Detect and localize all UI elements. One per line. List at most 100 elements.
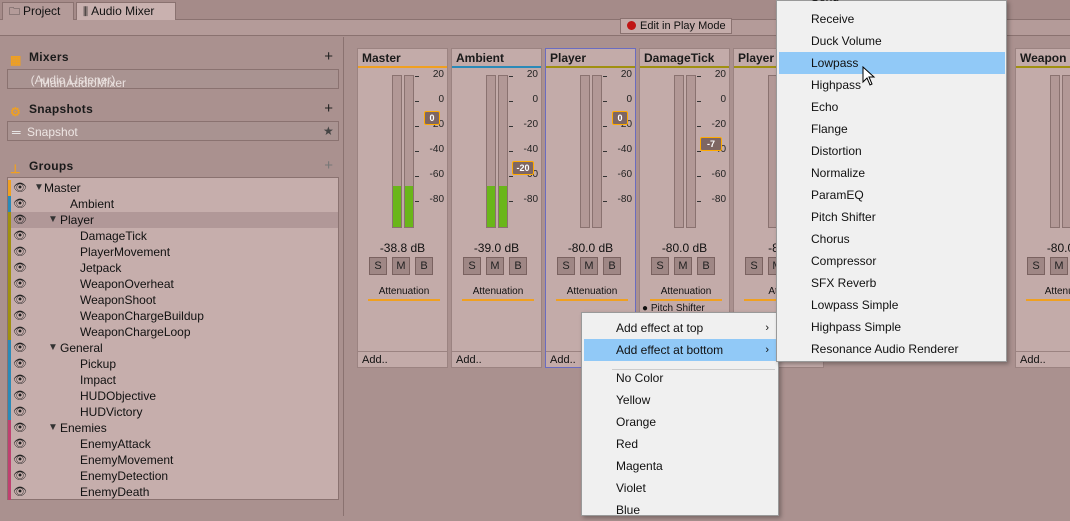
mute-button[interactable]: M (392, 257, 410, 275)
color-option[interactable]: Yellow (584, 389, 777, 411)
group-row[interactable]: 👁 Impact (8, 372, 338, 388)
effect-slot[interactable]: Attenua (1026, 285, 1070, 301)
effect-slot[interactable]: Attenuation (650, 285, 722, 301)
effect-menu-item[interactable]: Chorus (779, 228, 1005, 250)
add-effect-button[interactable]: Add.. (550, 354, 576, 366)
volume-fader-knob[interactable]: -7 (700, 137, 722, 151)
group-row[interactable]: 👁 WeaponOverheat (8, 276, 338, 292)
group-row[interactable]: 👁 PlayerMovement (8, 244, 338, 260)
eye-icon[interactable]: 👁 (13, 260, 27, 276)
expand-triangle-icon[interactable]: ▼ (34, 180, 44, 196)
eye-icon[interactable]: 👁 (13, 212, 27, 228)
eye-icon[interactable]: 👁 (13, 308, 27, 324)
star-icon[interactable]: ★ (323, 124, 334, 138)
eye-icon[interactable]: 👁 (13, 196, 27, 212)
eye-icon[interactable]: 👁 (13, 452, 27, 468)
mixer-strip[interactable]: Master200-20-40-60-800-38.8 dBSMBAttenua… (357, 48, 448, 368)
color-option[interactable]: No Color (584, 367, 777, 389)
mixer-item[interactable]: MainAudioMixer (Audio Listener) (7, 69, 339, 90)
eye-icon[interactable]: 👁 (13, 292, 27, 308)
add-effect-button[interactable]: Add.. (362, 354, 388, 366)
group-row[interactable]: 👁 HUDObjective (8, 388, 338, 404)
volume-fader-knob[interactable]: 0 (424, 111, 440, 125)
color-option[interactable]: Magenta (584, 455, 777, 477)
effect-menu-item[interactable]: Highpass (779, 74, 1005, 96)
tab-audio-mixer[interactable]: ⫼ Audio Mixer (76, 2, 176, 20)
color-option[interactable]: Orange (584, 411, 777, 433)
group-row[interactable]: 👁 ▼ Player (8, 212, 338, 228)
bypass-button[interactable]: B (415, 257, 433, 275)
effect-menu-item[interactable]: Receive (779, 8, 1005, 30)
effect-menu-item[interactable]: Normalize (779, 162, 1005, 184)
group-row[interactable]: 👁 ▼ General (8, 340, 338, 356)
eye-icon[interactable]: 👁 (13, 484, 27, 500)
add-effect-button[interactable]: Add.. (1020, 354, 1046, 366)
effect-slot[interactable]: Attenuation (556, 285, 628, 301)
group-row[interactable]: 👁 Pickup (8, 356, 338, 372)
color-option[interactable]: Red (584, 433, 777, 455)
edit-in-play-mode-button[interactable]: Edit in Play Mode (620, 18, 732, 34)
effect-menu-item[interactable]: Flange (779, 118, 1005, 140)
group-row[interactable]: 👁 DamageTick (8, 228, 338, 244)
eye-icon[interactable]: 👁 (13, 324, 27, 340)
eye-icon[interactable]: 👁 (13, 228, 27, 244)
group-row[interactable]: 👁 WeaponChargeBuildup (8, 308, 338, 324)
expand-triangle-icon[interactable]: ▼ (48, 340, 58, 356)
volume-fader-knob[interactable]: 0 (612, 111, 628, 125)
group-row[interactable]: 👁 WeaponChargeLoop (8, 324, 338, 340)
eye-icon[interactable]: 👁 (13, 404, 27, 420)
group-row[interactable]: 👁 EnemyDeath (8, 484, 338, 500)
eye-icon[interactable]: 👁 (13, 276, 27, 292)
effect-menu-item[interactable]: Lowpass (779, 52, 1005, 74)
mute-button[interactable]: M (580, 257, 598, 275)
solo-button[interactable]: S (463, 257, 481, 275)
effect-slot[interactable]: Attenuation (462, 285, 534, 301)
expand-triangle-icon[interactable]: ▼ (48, 420, 58, 436)
eye-icon[interactable]: 👁 (13, 340, 27, 356)
group-row[interactable]: 👁 EnemyMovement (8, 452, 338, 468)
effect-menu-item[interactable]: Lowpass Simple (779, 294, 1005, 316)
effect-menu-item[interactable]: SFX Reverb (779, 272, 1005, 294)
eye-icon[interactable]: 👁 (13, 244, 27, 260)
effect-menu-item[interactable]: Duck Volume (779, 30, 1005, 52)
group-row[interactable]: 👁 EnemyAttack (8, 436, 338, 452)
solo-button[interactable]: S (1027, 257, 1045, 275)
expand-triangle-icon[interactable]: ▼ (48, 212, 58, 228)
mute-button[interactable]: M (486, 257, 504, 275)
mute-button[interactable]: M (1050, 257, 1068, 275)
bypass-button[interactable]: B (509, 257, 527, 275)
effect-menu-item[interactable]: Echo (779, 96, 1005, 118)
effect-menu-item[interactable]: Distortion (779, 140, 1005, 162)
add-group-button[interactable]: + (324, 157, 333, 174)
eye-icon[interactable]: 👁 (13, 388, 27, 404)
mixer-strip[interactable]: Weapon200-20-40-60-80-80.0SMBAttenuaAdd.… (1015, 48, 1070, 368)
bypass-button[interactable]: B (697, 257, 715, 275)
add-effect-button[interactable]: Add.. (456, 354, 482, 366)
color-option[interactable]: Blue (584, 499, 777, 521)
group-row[interactable]: 👁 ▼ Enemies (8, 420, 338, 436)
effect-menu-item[interactable]: Resonance Audio Renderer (779, 338, 1005, 360)
mute-button[interactable]: M (674, 257, 692, 275)
color-option[interactable]: Violet (584, 477, 777, 499)
group-row[interactable]: 👁 Jetpack (8, 260, 338, 276)
snapshot-item[interactable]: ═ Snapshot ★ (7, 121, 339, 141)
eye-icon[interactable]: 👁 (13, 372, 27, 388)
eye-icon[interactable]: 👁 (13, 420, 27, 436)
mixer-strip[interactable]: Ambient200-20-40-60-80-20-39.0 dBSMBAtte… (451, 48, 542, 368)
group-row[interactable]: 👁 WeaponShoot (8, 292, 338, 308)
solo-button[interactable]: S (651, 257, 669, 275)
eye-icon[interactable]: 👁 (13, 180, 27, 196)
group-row[interactable]: 👁 Ambient (8, 196, 338, 212)
eye-icon[interactable]: 👁 (13, 468, 27, 484)
add-snapshot-button[interactable]: + (324, 100, 333, 117)
effect-menu-item[interactable]: ParamEQ (779, 184, 1005, 206)
bypass-button[interactable]: B (603, 257, 621, 275)
volume-fader-knob[interactable]: -20 (512, 161, 534, 175)
eye-icon[interactable]: 👁 (13, 356, 27, 372)
effect-slot[interactable]: Attenuation (368, 285, 440, 301)
add-effect-at-top-item[interactable]: Add effect at top › (584, 317, 777, 339)
add-mixer-button[interactable]: + (324, 48, 333, 65)
add-effect-at-bottom-item[interactable]: Add effect at bottom › (584, 339, 777, 361)
effect-menu-item[interactable]: Pitch Shifter (779, 206, 1005, 228)
solo-button[interactable]: S (557, 257, 575, 275)
